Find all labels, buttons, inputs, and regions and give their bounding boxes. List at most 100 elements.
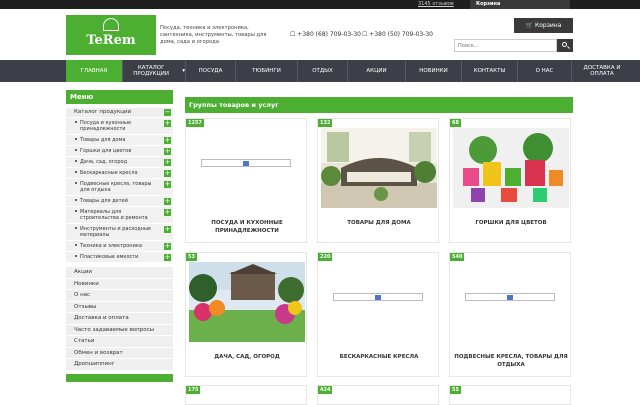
- sidebar-item[interactable]: Техника и электроника +: [66, 240, 173, 251]
- category-image: [189, 262, 305, 342]
- sidebar-item[interactable]: Горшки для цветов +: [66, 145, 173, 156]
- sidebar-link[interactable]: Часто задаваемые вопросы: [66, 323, 173, 335]
- phone-2[interactable]: ☐ +380 (50) 709-03-30: [362, 31, 433, 38]
- slider-dots: [355, 87, 397, 102]
- category-name[interactable]: ГОРШКИ ДЛЯ ЦВЕТОВ: [450, 219, 572, 227]
- sidebar-catalog[interactable]: Каталог продукции −: [66, 108, 173, 117]
- logo-dome-icon: [103, 18, 119, 31]
- count-badge: 55: [450, 386, 461, 394]
- broken-image-icon: [375, 295, 381, 300]
- plus-icon[interactable]: +: [164, 170, 171, 177]
- category-card[interactable]: 1257 ПОСУДА И КУХОННЫЕ ПРИНАДЛЕЖНОСТИ: [185, 118, 307, 243]
- cart-button[interactable]: 🛒 Корзина: [514, 18, 573, 33]
- category-card[interactable]: 132 ТОВАРЫ ДЛЯ ДОМА: [317, 118, 439, 243]
- main-nav: ГЛАВНАЯ КАТАЛОГ ПРОДУКЦИИ ▾ ПОСУДА ТЮБИНГ…: [0, 60, 640, 82]
- image-placeholder: [201, 159, 291, 167]
- nav-posuda[interactable]: ПОСУДА: [186, 60, 236, 82]
- search-input[interactable]: [454, 39, 557, 52]
- sidebar-item[interactable]: Товары для детей +: [66, 195, 173, 206]
- sidebar-link[interactable]: Акции: [66, 266, 173, 278]
- count-badge: 132: [318, 119, 333, 127]
- sidebar-item[interactable]: Товары для дома +: [66, 134, 173, 145]
- sidebar-item-label: Дача, сад, огород: [80, 159, 128, 165]
- nav-dostavka[interactable]: ДОСТАВКА И ОПЛАТА: [572, 60, 632, 82]
- sidebar-link[interactable]: Дропшиппинг: [66, 358, 173, 370]
- sidebar-second-header: [66, 373, 173, 382]
- category-card[interactable]: 220 БЕСКАРКАСНЫЕ КРЕСЛА: [317, 252, 439, 377]
- reviews-link[interactable]: 3145 отзывов: [418, 1, 454, 7]
- sidebar-item[interactable]: Посуда и кухонные принадлежности +: [66, 117, 173, 134]
- plus-icon[interactable]: +: [164, 148, 171, 155]
- plus-icon[interactable]: +: [164, 120, 171, 127]
- phone-1[interactable]: ☐ +380 (68) 709-03-30: [290, 31, 361, 38]
- logo-text: TeRem: [86, 33, 136, 48]
- category-name[interactable]: ДАЧА, САД, ОГОРОД: [186, 353, 308, 361]
- plus-icon[interactable]: +: [164, 137, 171, 144]
- site-tagline: Посуда, техника и электроника, сантехник…: [160, 25, 267, 45]
- sidebar-link[interactable]: О нас: [66, 289, 173, 301]
- sidebar-item-label: Товары для дома: [80, 137, 126, 143]
- sidebar-item[interactable]: Подвесные кресла, товары для отдыха +: [66, 178, 173, 195]
- category-name[interactable]: ПОСУДА И КУХОННЫЕ ПРИНАДЛЕЖНОСТИ: [186, 219, 308, 235]
- category-card[interactable]: 68 ГОРШКИ ДЛЯ ЦВЕТОВ: [449, 118, 571, 243]
- category-card[interactable]: 53 ДАЧА, САД, ОГОРОД: [185, 252, 307, 377]
- minus-icon[interactable]: −: [164, 109, 171, 116]
- sidebar-item-label: Бескаркасные кресла: [80, 170, 138, 176]
- count-badge: 1257: [186, 119, 204, 127]
- sidebar-item[interactable]: Дача, сад, огород +: [66, 156, 173, 167]
- plus-icon[interactable]: +: [164, 209, 171, 216]
- sidebar-menu: Меню Каталог продукции − Посуда и кухонны…: [66, 90, 173, 382]
- nav-novinki[interactable]: НОВИНКИ: [406, 60, 462, 82]
- plus-icon[interactable]: +: [164, 159, 171, 166]
- sidebar-link[interactable]: Обмен и возврат: [66, 346, 173, 358]
- sidebar-title: Меню: [66, 90, 173, 104]
- sidebar-link[interactable]: Отзывы: [66, 300, 173, 312]
- chevron-down-icon: ▾: [182, 68, 185, 74]
- sidebar-item-label: Горшки для цветов: [80, 148, 132, 154]
- category-name[interactable]: ТОВАРЫ ДЛЯ ДОМА: [318, 219, 440, 227]
- plus-icon[interactable]: +: [164, 181, 171, 188]
- plus-icon[interactable]: +: [164, 243, 171, 250]
- sidebar-item[interactable]: Материалы для строительства и ремонта +: [66, 206, 173, 223]
- nav-otdyh[interactable]: ОТДЫХ: [298, 60, 348, 82]
- sidebar-item[interactable]: Бескаркасные кресла +: [66, 167, 173, 178]
- category-image: [453, 128, 569, 208]
- sidebar-item-label: Посуда и кухонные принадлежности: [80, 120, 132, 132]
- nav-akcii[interactable]: АКЦИИ: [348, 60, 406, 82]
- nav-o-nas[interactable]: О НАС: [518, 60, 572, 82]
- search-button[interactable]: [557, 39, 573, 52]
- sidebar-item[interactable]: Инструменты и расходные материалы +: [66, 223, 173, 240]
- count-badge: 53: [186, 253, 197, 261]
- count-badge: 424: [318, 386, 333, 394]
- image-placeholder: [465, 293, 555, 301]
- sidebar-link[interactable]: Доставка и оплата: [66, 312, 173, 324]
- category-card[interactable]: 55: [449, 385, 571, 405]
- logo[interactable]: TeRem: [66, 15, 156, 55]
- category-card[interactable]: 424: [317, 385, 439, 405]
- category-card[interactable]: 175: [185, 385, 307, 405]
- nav-catalog[interactable]: КАТАЛОГ ПРОДУКЦИИ ▾: [123, 60, 186, 82]
- plus-icon[interactable]: +: [164, 226, 171, 233]
- category-name[interactable]: БЕСКАРКАСНЫЕ КРЕСЛА: [318, 353, 440, 361]
- sidebar-item-label: Инструменты и расходные материалы: [80, 226, 151, 238]
- category-image: [321, 128, 437, 208]
- nav-kontakty[interactable]: КОНТАКТЫ: [462, 60, 518, 82]
- category-name[interactable]: ПОДВЕСНЫЕ КРЕСЛА, ТОВАРЫ ДЛЯ ОТДЫХА: [450, 353, 572, 369]
- nav-tubing[interactable]: ТЮБИНГИ: [236, 60, 298, 82]
- broken-image-icon: [243, 161, 249, 166]
- sidebar-link[interactable]: Статьи: [66, 335, 173, 347]
- top-cart-link[interactable]: Корзина: [470, 0, 570, 9]
- sidebar-item-label: Подвесные кресла, товары для отдыха: [80, 181, 152, 193]
- plus-icon[interactable]: +: [164, 198, 171, 205]
- sidebar-item[interactable]: Пластиковые емкости +: [66, 251, 173, 262]
- sidebar-item-label: Пластиковые емкости: [80, 254, 139, 260]
- sidebar-item-label: Материалы для строительства и ремонта: [80, 209, 148, 221]
- category-card[interactable]: 540 ПОДВЕСНЫЕ КРЕСЛА, ТОВАРЫ ДЛЯ ОТДЫХА: [449, 252, 571, 377]
- broken-image-icon: [507, 295, 513, 300]
- cart-label: Корзина: [534, 22, 562, 29]
- nav-home[interactable]: ГЛАВНАЯ: [66, 60, 123, 82]
- sidebar-item-label: Техника и электроника: [80, 243, 142, 249]
- sidebar-link[interactable]: Новинки: [66, 277, 173, 289]
- plus-icon[interactable]: +: [164, 254, 171, 261]
- phone-1-number: +380 (68) 709-03-30: [297, 31, 361, 38]
